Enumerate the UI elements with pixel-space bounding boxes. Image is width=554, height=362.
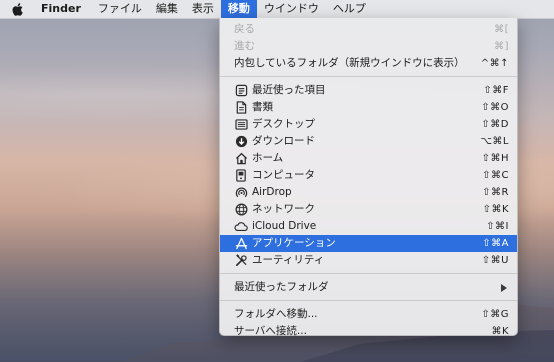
menu-item-label: 最近使った項目 — [252, 84, 326, 96]
icloud-icon — [234, 220, 248, 234]
applications-icon — [234, 237, 248, 251]
menu-item-label: 最近使ったフォルダ — [234, 281, 329, 293]
shortcut-label: ⇧⌘O — [481, 102, 509, 113]
shortcut-label: ⇧⌘U — [481, 255, 509, 266]
menu-item-label: ダウンロード — [252, 135, 315, 147]
menu-item-label: フォルダへ移動... — [234, 308, 318, 320]
menu-item-recent-folders[interactable]: 最近使ったフォルダ — [220, 279, 517, 296]
menu-item-network[interactable]: ネットワーク ⇧⌘K — [220, 201, 517, 218]
recents-icon — [234, 84, 248, 98]
menu-item-applications[interactable]: アプリケーション ⇧⌘A — [220, 235, 517, 252]
menu-view[interactable]: 表示 — [185, 0, 221, 18]
menu-item-recents[interactable]: 最近使った項目 ⇧⌘F — [220, 82, 517, 99]
downloads-icon — [234, 135, 248, 149]
menu-separator — [220, 300, 517, 301]
airdrop-icon — [234, 186, 248, 200]
menu-item-label: 書類 — [252, 101, 273, 113]
menu-go[interactable]: 移動 — [220, 0, 257, 18]
menu-app-finder[interactable]: Finder — [34, 0, 91, 18]
menu-item-label: 内包しているフォルダ（新規ウインドウに表示） — [234, 57, 465, 69]
shortcut-label: ⌥⌘L — [480, 136, 509, 147]
shortcut-label: ⇧⌘G — [481, 309, 509, 320]
menu-item-enclosing-folder[interactable]: 内包しているフォルダ（新規ウインドウに表示） ^⌘↑ — [220, 55, 517, 72]
menu-item-label: iCloud Drive — [252, 220, 317, 232]
menu-window[interactable]: ウインドウ — [257, 0, 326, 18]
menu-item-go-to-folder[interactable]: フォルダへ移動... ⇧⌘G — [220, 306, 517, 323]
menu-edit[interactable]: 編集 — [149, 0, 185, 18]
menu-item-icloud-drive[interactable]: iCloud Drive ⇧⌘I — [220, 218, 517, 235]
shortcut-label: ⇧⌘D — [481, 119, 509, 130]
shortcut-label: ⇧⌘R — [482, 187, 509, 198]
menu-item-computer[interactable]: コンピュータ ⇧⌘C — [220, 167, 517, 184]
menu-item-label: AirDrop — [252, 186, 292, 198]
desktop: Finder ファイル 編集 表示 移動 ウインドウ ヘルプ 戻る ⌘[ 進む … — [0, 0, 554, 362]
menu-separator — [220, 76, 517, 77]
home-icon — [234, 152, 248, 166]
shortcut-label: ^⌘↑ — [480, 58, 509, 69]
menu-separator — [220, 273, 517, 274]
menu-item-label: ホーム — [252, 152, 284, 164]
shortcut-label: ⇧⌘F — [483, 85, 509, 96]
menu-item-back[interactable]: 戻る ⌘[ — [220, 21, 517, 38]
shortcut-label: ⌘K — [491, 326, 509, 337]
menu-item-label: サーバへ接続... — [234, 325, 307, 337]
submenu-arrow-icon — [501, 283, 507, 292]
menu-item-desktop[interactable]: デスクトップ ⇧⌘D — [220, 116, 517, 133]
menu-item-home[interactable]: ホーム ⇧⌘H — [220, 150, 517, 167]
menu-item-utilities[interactable]: ユーティリティ ⇧⌘U — [220, 252, 517, 269]
network-icon — [234, 203, 248, 217]
menu-help[interactable]: ヘルプ — [326, 0, 373, 18]
documents-icon — [234, 101, 248, 115]
menu-item-label: ユーティリティ — [252, 254, 325, 266]
menu-item-forward[interactable]: 進む ⌘] — [220, 38, 517, 55]
shortcut-label: ⇧⌘I — [486, 221, 509, 232]
menu-item-label: 進む — [234, 40, 255, 52]
shortcut-label: ⇧⌘A — [482, 238, 509, 249]
menu-item-label: デスクトップ — [252, 118, 315, 130]
menu-item-label: ネットワーク — [252, 203, 315, 215]
shortcut-label: ⌘[ — [494, 24, 509, 35]
shortcut-label: ⇧⌘C — [482, 170, 509, 181]
menu-item-connect-to-server[interactable]: サーバへ接続... ⌘K — [220, 323, 517, 340]
menu-file[interactable]: ファイル — [91, 0, 149, 18]
computer-icon — [234, 169, 248, 183]
go-menu-dropdown: 戻る ⌘[ 進む ⌘] 内包しているフォルダ（新規ウインドウに表示） ^⌘↑ 最… — [219, 18, 518, 337]
menu-item-downloads[interactable]: ダウンロード ⌥⌘L — [220, 133, 517, 150]
menu-item-airdrop[interactable]: AirDrop ⇧⌘R — [220, 184, 517, 201]
menu-item-label: コンピュータ — [252, 169, 315, 181]
shortcut-label: ⇧⌘K — [482, 204, 509, 215]
utilities-icon — [234, 254, 248, 268]
menu-item-label: アプリケーション — [252, 237, 336, 249]
shortcut-label: ⇧⌘H — [481, 153, 509, 164]
desktop-icon — [234, 118, 248, 132]
apple-menu-icon[interactable] — [0, 0, 34, 18]
shortcut-label: ⌘] — [494, 41, 509, 52]
menu-item-label: 戻る — [234, 23, 255, 35]
menu-bar: Finder ファイル 編集 表示 移動 ウインドウ ヘルプ — [0, 0, 554, 19]
menu-item-documents[interactable]: 書類 ⇧⌘O — [220, 99, 517, 116]
